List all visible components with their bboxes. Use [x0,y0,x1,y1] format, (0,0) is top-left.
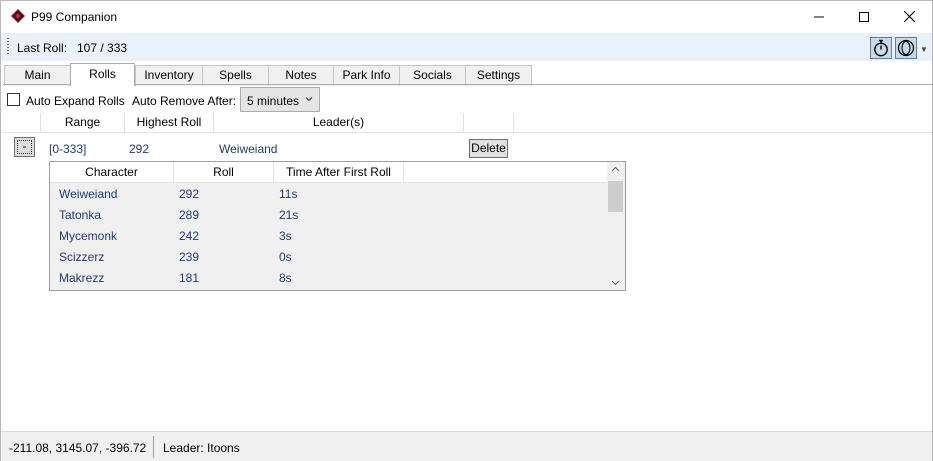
tab-panel-border [3,84,932,85]
detail-time: 0s [279,250,292,264]
detail-row[interactable]: Tatonka 289 21s [50,204,607,225]
tool-strip: Last Roll: 107 / 333 ▼ [1,33,932,61]
column-header-roll[interactable]: Roll [174,162,274,183]
tab-inventory[interactable]: Inventory [135,65,203,86]
title-bar[interactable]: P99 Companion [1,1,932,32]
column-header-highest-roll[interactable]: Highest Roll [125,113,214,133]
column-header-time[interactable]: Time After First Roll [274,162,404,183]
roll-highest: 292 [129,142,150,156]
detail-grid-scrollbar[interactable] [607,162,625,290]
close-button[interactable] [886,1,932,32]
stopwatch-button[interactable] [870,37,892,59]
status-bar: -211.08, 3145.07, -396.72 Leader: Itoons [1,431,932,461]
detail-time: 3s [279,229,292,243]
column-header-character[interactable]: Character [50,162,174,183]
detail-row[interactable]: Scizzerz 239 0s [50,246,607,267]
detail-roll: 292 [179,187,200,201]
maximize-button[interactable] [841,1,887,32]
chevron-down-icon [305,97,313,102]
rolls-grid-header: Range Highest Roll Leader(s) [3,113,932,133]
column-header-range[interactable]: Range [41,113,125,133]
scrollbar-thumb[interactable] [608,181,623,212]
tab-settings[interactable]: Settings [465,65,532,86]
detail-time: 8s [279,271,292,285]
detail-character: Mycemonk [59,229,118,243]
detail-row[interactable]: Makrezz 181 8s [50,267,607,288]
auto-remove-label: Auto Remove After: [132,94,237,108]
detail-roll: 289 [179,208,200,222]
delete-button[interactable]: Delete [469,139,508,158]
tab-socials[interactable]: Socials [399,65,466,86]
detail-character: Scizzerz [59,250,105,264]
chevron-down-icon[interactable] [611,280,620,286]
detail-row[interactable]: Weiweiand 292 11s [50,183,607,204]
roll-leader: Weiweiand [219,142,278,156]
toolstrip-overflow-icon[interactable]: ▼ [920,45,928,54]
roll-range: [0-333] [49,142,87,156]
auto-expand-label: Auto Expand Rolls [26,94,125,108]
ring-icon [897,39,915,57]
detail-grid-header: Character Roll Time After First Roll [50,162,607,183]
chevron-up-icon[interactable] [611,166,620,172]
detail-roll: 242 [179,229,200,243]
auto-remove-select[interactable]: 5 minutes [240,87,320,112]
last-roll-value: 107 / 333 [77,41,128,55]
location-coordinates: -211.08, 3145.07, -396.72 [9,441,147,455]
detail-roll: 239 [179,250,200,264]
detail-time: 21s [279,208,299,222]
toolstrip-grip[interactable] [7,38,9,56]
ring-button[interactable] [895,37,917,59]
roll-detail-grid: Character Roll Time After First Roll Wei… [49,161,626,291]
last-roll-label: Last Roll: [17,41,68,55]
leader-status: Leader: Itoons [163,441,240,455]
minimize-icon [814,16,824,17]
expander-column-header [3,113,41,133]
detail-row[interactable]: Mycemonk 242 3s [50,225,607,246]
tab-rolls[interactable]: Rolls [70,63,135,86]
column-header-delete [464,113,514,133]
tab-spells[interactable]: Spells [202,65,269,86]
tab-notes[interactable]: Notes [268,65,334,86]
detail-character: Makrezz [59,271,105,285]
detail-roll: 181 [179,271,200,285]
maximize-icon [859,11,869,22]
collapse-row-button[interactable]: - [14,137,35,157]
detail-time: 11s [279,187,298,201]
tab-park-info[interactable]: Park Info [333,65,400,86]
auto-remove-value: 5 minutes [247,94,300,108]
tab-strip: Main Rolls Inventory Spells Notes Park I… [1,63,932,86]
detail-character: Tatonka [59,208,102,222]
app-logo-icon [11,9,25,23]
column-header-leaders[interactable]: Leader(s) [214,113,464,133]
stopwatch-icon [874,39,888,57]
minimize-button[interactable] [796,1,842,32]
window-title: P99 Companion [31,10,118,24]
tab-main[interactable]: Main [4,65,71,86]
status-separator [153,436,154,458]
auto-expand-checkbox[interactable] [7,93,20,106]
app-window: P99 Companion Last Roll: 107 / 333 ▼ Mai… [0,0,933,461]
close-icon [903,11,915,22]
detail-character: Weiweiand [59,187,118,201]
